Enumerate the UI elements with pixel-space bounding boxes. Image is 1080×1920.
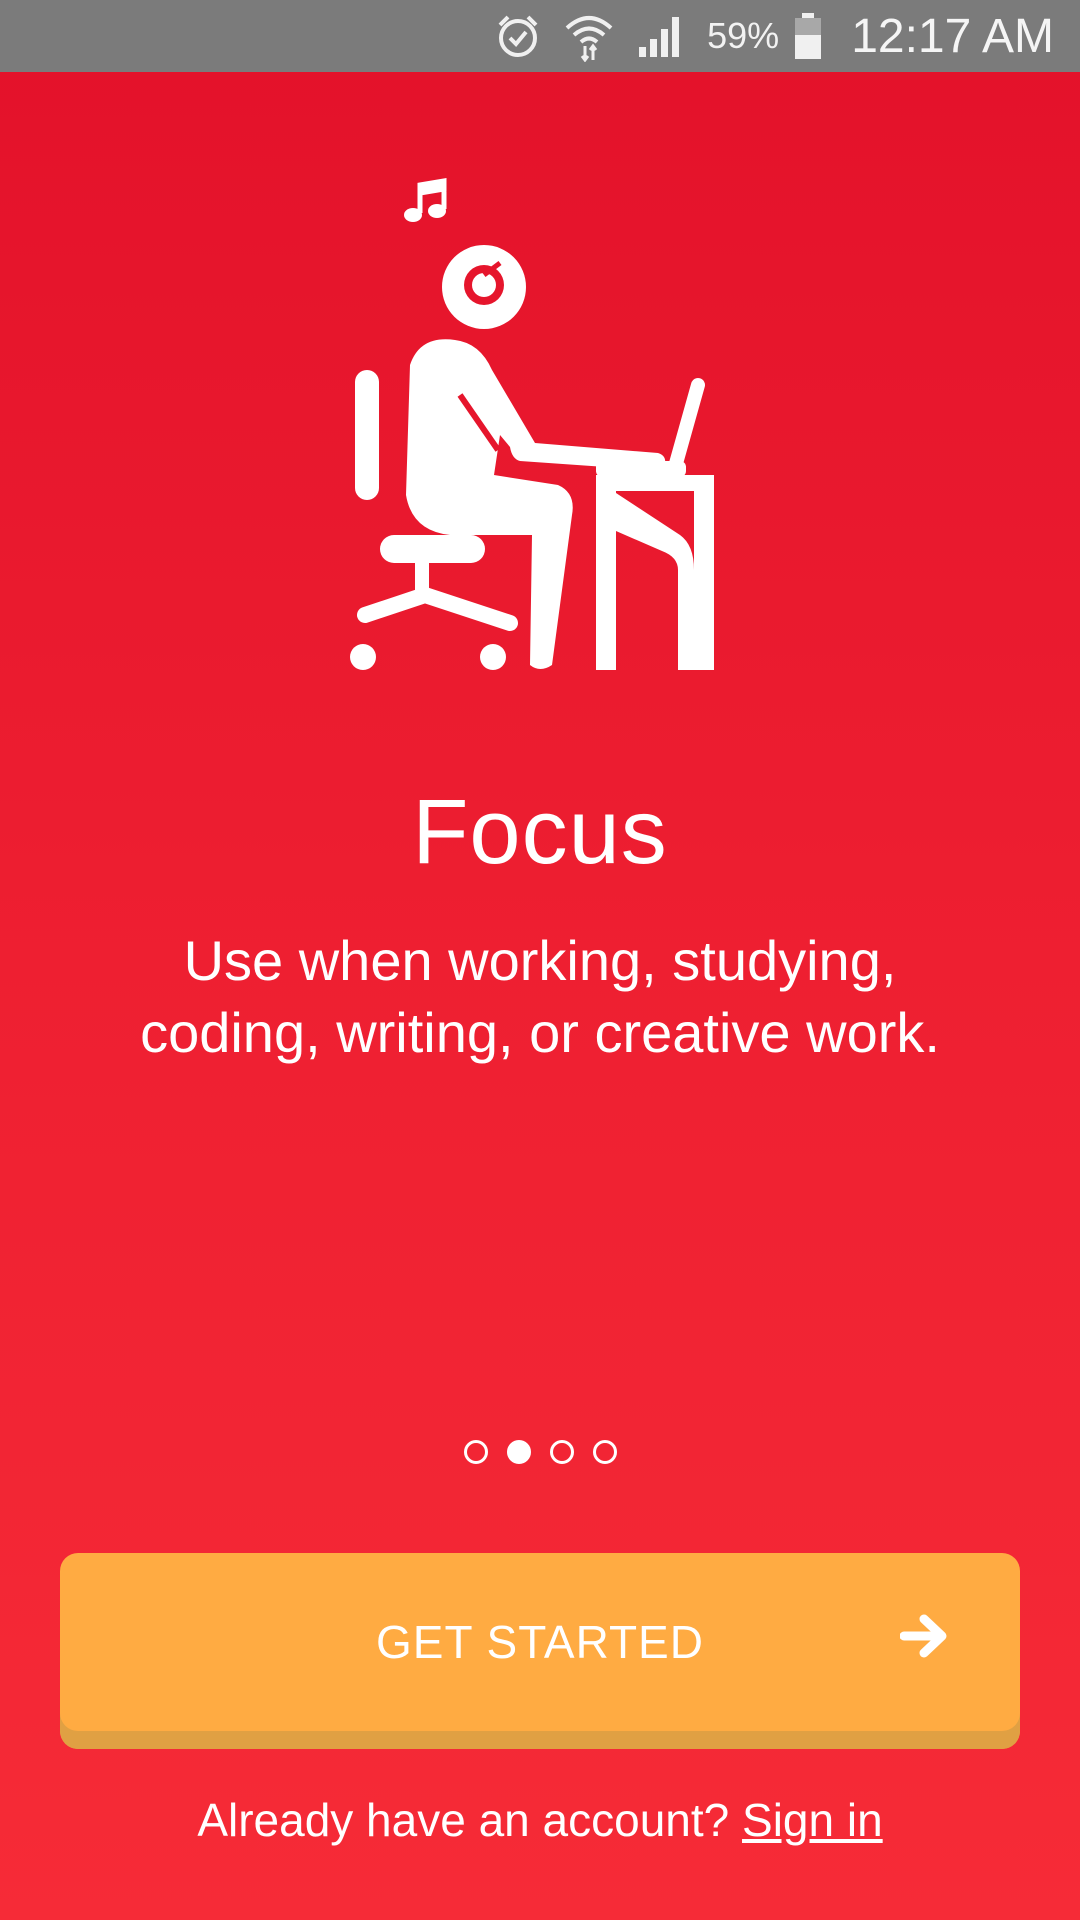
arrow-right-icon (899, 1611, 950, 1666)
pager-dot-active[interactable] (506, 1440, 531, 1464)
wifi-icon (563, 10, 615, 62)
battery-percent: 59% (707, 15, 780, 56)
pager-dot[interactable] (463, 1440, 488, 1464)
account-question: Already have an account? (197, 1794, 730, 1846)
pager-dot[interactable] (592, 1440, 617, 1464)
sign-in-prompt: Already have an account? Sign in (0, 1793, 1080, 1847)
onboarding-screen: 59% 12:17 AM Focus Use when working, stu… (0, 0, 1080, 1920)
sign-in-link[interactable]: Sign in (742, 1794, 883, 1846)
pager-indicator (0, 1440, 1080, 1464)
battery-icon (793, 11, 823, 61)
person-at-desk-with-headphones-icon (340, 175, 740, 675)
onboarding-description: Use when working, studying, coding, writ… (140, 929, 940, 1064)
get-started-label: GET STARTED (376, 1616, 704, 1668)
pager-dot[interactable] (549, 1440, 574, 1464)
status-bar: 59% 12:17 AM (0, 0, 1080, 72)
alarm-icon (495, 13, 541, 59)
signal-icon (637, 13, 685, 59)
get-started-button[interactable]: GET STARTED (60, 1553, 1020, 1749)
status-time: 12:17 AM (851, 9, 1054, 63)
onboarding-title: Focus (412, 781, 668, 883)
